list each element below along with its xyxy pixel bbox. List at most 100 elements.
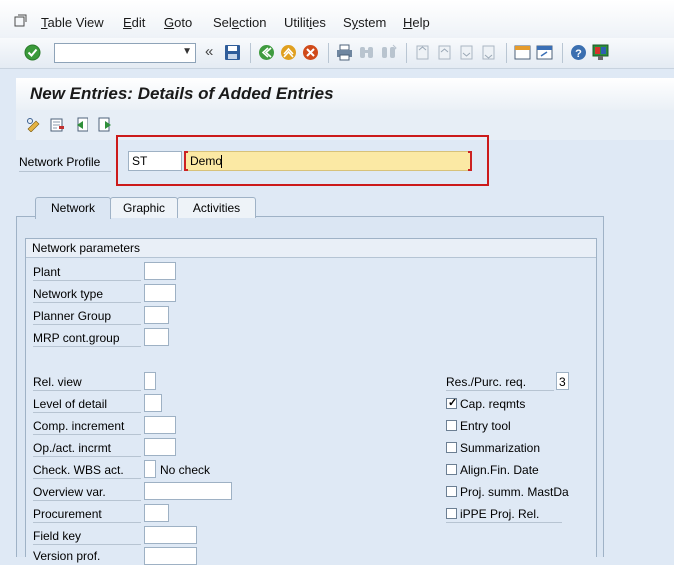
cap-reqmts-checkbox[interactable]: ✓	[446, 397, 458, 409]
cancel-icon[interactable]	[302, 44, 319, 61]
toolbar-separator	[406, 43, 407, 63]
label-underline	[33, 324, 141, 325]
enter-icon[interactable]	[24, 44, 41, 61]
shortcut-icon[interactable]	[536, 44, 553, 61]
comp-increment-label: Comp. increment	[33, 419, 125, 433]
system-menu-icon[interactable]	[14, 14, 28, 28]
network-type-field[interactable]	[144, 284, 176, 302]
label-underline	[446, 522, 562, 523]
res-purc-req-field[interactable]: 3	[556, 372, 569, 390]
mrp-cont-group-label: MRP cont.group	[33, 331, 120, 345]
network-profile-label: Network Profile	[19, 155, 101, 169]
network-type-label: Network type	[33, 287, 104, 301]
op-act-incrmt-label: Op./act. incrmt	[33, 441, 112, 455]
save-icon[interactable]	[224, 44, 241, 61]
planner-group-label: Planner Group	[33, 309, 112, 323]
comp-increment-field[interactable]	[144, 416, 176, 434]
label-underline	[33, 500, 141, 501]
previous-entry-icon[interactable]	[74, 117, 88, 132]
summarization-checkbox[interactable]	[446, 442, 457, 453]
res-purc-req-label: Res./Purc. req.	[446, 375, 527, 389]
label-underline	[33, 346, 141, 347]
procurement-field[interactable]	[144, 504, 169, 522]
delete-entry-icon[interactable]	[50, 117, 64, 132]
menu-selection[interactable]: Selection	[213, 15, 267, 30]
last-page-icon[interactable]	[480, 44, 497, 61]
plant-field[interactable]	[144, 262, 176, 280]
label-underline	[19, 171, 111, 172]
entry-tool-label: Entry tool	[460, 419, 511, 433]
menu-goto[interactable]: Goto	[164, 15, 192, 30]
tab-network[interactable]: Network	[35, 197, 111, 219]
version-prof-label: Version prof.	[33, 549, 101, 563]
mrp-cont-group-field[interactable]	[144, 328, 169, 346]
field-key-field[interactable]	[144, 526, 197, 544]
find-icon[interactable]	[358, 44, 375, 61]
proj-summ-mastda-checkbox[interactable]	[446, 486, 457, 497]
proj-summ-mastda-label: Proj. summ. MastDa	[460, 485, 569, 499]
label-underline	[33, 434, 141, 435]
back-icon[interactable]	[258, 44, 275, 61]
level-of-detail-field[interactable]	[144, 394, 162, 412]
checkmark-icon: ✓	[448, 397, 458, 409]
check-wbs-act-field[interactable]	[144, 460, 156, 478]
procurement-label: Procurement	[33, 507, 102, 521]
chevron-down-icon[interactable]: ▼	[182, 46, 192, 57]
command-field[interactable]: ▼	[54, 43, 196, 63]
tab-activities[interactable]: Activities	[177, 197, 256, 218]
toolbar-separator	[562, 43, 563, 63]
overview-var-label: Overview var.	[33, 485, 106, 499]
check-wbs-act-note: No check	[160, 463, 211, 477]
customize-layout-icon[interactable]	[592, 44, 609, 61]
find-next-icon[interactable]	[380, 44, 397, 61]
tab-graphic[interactable]: Graphic	[110, 197, 178, 218]
help-icon[interactable]: ?	[570, 44, 587, 61]
overview-var-field[interactable]	[144, 482, 232, 500]
next-entry-icon[interactable]	[98, 117, 112, 132]
ippe-proj-rel-checkbox[interactable]	[446, 508, 457, 519]
label-underline	[33, 478, 141, 479]
toolbar-separator	[506, 43, 507, 63]
menu-edit[interactable]: Edit	[123, 15, 145, 30]
menu-system[interactable]: System	[343, 15, 386, 30]
label-underline	[33, 522, 141, 523]
label-underline	[446, 390, 554, 391]
rel-view-label: Rel. view	[33, 375, 82, 389]
command-history-icon[interactable]: «	[205, 43, 213, 60]
label-underline	[33, 302, 141, 303]
op-act-incrmt-field[interactable]	[144, 438, 176, 456]
align-fin-date-checkbox[interactable]	[446, 464, 457, 475]
field-key-label: Field key	[33, 529, 82, 543]
planner-group-field[interactable]	[144, 306, 169, 324]
label-underline	[33, 544, 141, 545]
label-underline	[33, 390, 141, 391]
entry-tool-checkbox[interactable]	[446, 420, 457, 431]
menu-utilities[interactable]: Utilities	[284, 15, 326, 30]
menu-table-view[interactable]: Table View	[41, 15, 104, 30]
toolbar-separator	[250, 43, 251, 63]
highlight-box	[116, 135, 489, 186]
group-title: Network parameters	[32, 241, 141, 255]
summarization-label: Summarization	[460, 441, 541, 455]
level-of-detail-label: Level of detail	[33, 397, 108, 411]
svg-text:?: ?	[575, 48, 582, 60]
label-underline	[33, 412, 141, 413]
cap-reqmts-label: Cap. reqmts	[460, 397, 526, 411]
rel-view-field[interactable]	[144, 372, 156, 390]
ippe-proj-rel-label: iPPE Proj. Rel.	[460, 507, 540, 521]
first-page-icon[interactable]	[414, 44, 431, 61]
menu-help[interactable]: Help	[403, 15, 430, 30]
label-underline	[33, 280, 141, 281]
label-underline	[33, 456, 141, 457]
next-page-icon[interactable]	[458, 44, 475, 61]
previous-page-icon[interactable]	[436, 44, 453, 61]
print-icon[interactable]	[336, 44, 353, 61]
new-session-icon[interactable]	[514, 44, 531, 61]
toolbar-separator	[328, 43, 329, 63]
plant-label: Plant	[33, 265, 61, 279]
version-prof-field[interactable]	[144, 547, 197, 565]
check-wbs-act-label: Check. WBS act.	[33, 463, 124, 477]
exit-icon[interactable]	[280, 44, 297, 61]
page-title: New Entries: Details of Added Entries	[30, 84, 334, 103]
display-change-icon[interactable]	[26, 117, 40, 132]
